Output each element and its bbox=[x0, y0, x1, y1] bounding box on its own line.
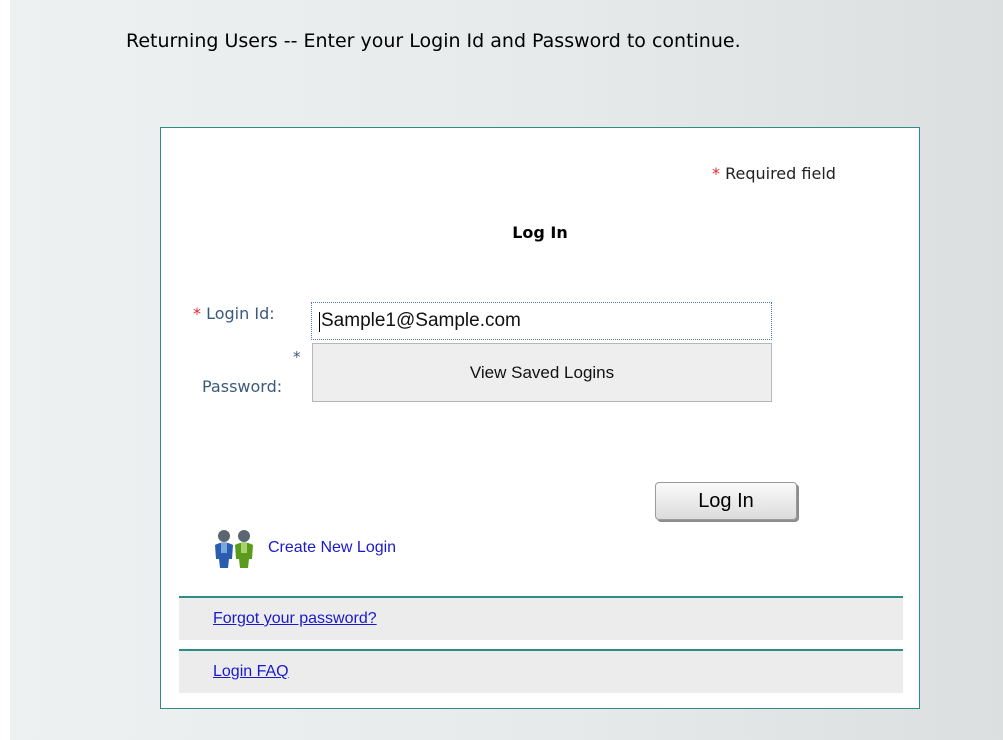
password-label: Password: bbox=[202, 377, 283, 396]
intro-text: Returning Users -- Enter your Login Id a… bbox=[126, 30, 741, 52]
login-panel: * Required field Log In * Login Id: * Pa… bbox=[160, 127, 920, 709]
text-cursor bbox=[319, 312, 320, 332]
required-marker: * bbox=[712, 164, 720, 183]
forgot-password-link[interactable]: Forgot your password? bbox=[213, 610, 377, 628]
login-title: Log In bbox=[512, 223, 568, 242]
required-field-text: Required field bbox=[725, 164, 836, 183]
login-id-required-marker: * bbox=[193, 304, 201, 323]
create-new-login-link[interactable]: Create New Login bbox=[268, 539, 396, 557]
forgot-password-row: Forgot your password? bbox=[179, 596, 903, 640]
required-field-note: * Required field bbox=[712, 164, 836, 183]
users-icon[interactable] bbox=[212, 528, 256, 568]
login-id-label: * Login Id: bbox=[193, 304, 275, 323]
login-id-input[interactable] bbox=[311, 302, 772, 340]
login-id-label-text: Login Id: bbox=[206, 304, 275, 323]
log-in-button[interactable]: Log In bbox=[655, 482, 797, 520]
login-faq-row: Login FAQ bbox=[179, 649, 903, 693]
view-saved-logins-button[interactable]: View Saved Logins bbox=[312, 343, 772, 402]
password-required-marker: * bbox=[293, 348, 301, 366]
login-faq-link[interactable]: Login FAQ bbox=[213, 663, 289, 681]
